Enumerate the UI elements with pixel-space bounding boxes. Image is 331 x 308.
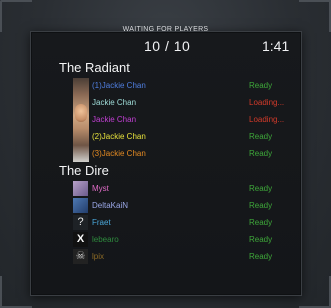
player-row: X lebearo Ready bbox=[72, 231, 292, 248]
team-title-dire: The Dire bbox=[59, 163, 109, 178]
player-name: (3)Jackie Chan bbox=[92, 149, 146, 158]
player-status: Ready bbox=[249, 132, 273, 141]
player-row: ☠ lpix Ready bbox=[72, 248, 292, 265]
player-status: Loading... bbox=[249, 98, 285, 107]
player-row: (3)Jackie Chan Ready bbox=[72, 145, 292, 162]
player-status: Loading... bbox=[249, 115, 285, 124]
player-name: Jackie Chan bbox=[92, 98, 137, 107]
player-status: Ready bbox=[249, 149, 273, 158]
player-name: (2)Jackie Chan bbox=[92, 132, 146, 141]
player-name: Jackie Chan bbox=[92, 115, 137, 124]
player-status: Ready bbox=[249, 252, 273, 261]
question-mark-avatar-icon: ? bbox=[73, 215, 88, 230]
waiting-screen: WAITING FOR PLAYERS 10 / 10 1:41 The Rad… bbox=[0, 0, 331, 308]
player-row: Jackie Chan Loading... bbox=[72, 94, 292, 111]
player-status: Ready bbox=[249, 235, 273, 244]
x-avatar-icon: X bbox=[73, 232, 88, 247]
countdown-timer: 1:41 bbox=[262, 38, 290, 54]
myst-avatar-icon bbox=[73, 181, 88, 196]
player-count: 10 / 10 bbox=[144, 38, 191, 54]
deltakain-avatar-icon bbox=[73, 198, 88, 213]
player-name: lebearo bbox=[92, 235, 119, 244]
player-status: Ready bbox=[249, 218, 273, 227]
player-row: Jackie Chan Loading... bbox=[72, 111, 292, 128]
player-row: DeltaKaiN Ready bbox=[72, 197, 292, 214]
player-row: (1)Jackie Chan Ready bbox=[72, 77, 292, 94]
player-row: Myst Ready bbox=[72, 180, 292, 197]
player-name: lpix bbox=[92, 252, 105, 261]
player-row: ? Fraet Ready bbox=[72, 214, 292, 231]
player-name: Fraet bbox=[92, 218, 111, 227]
player-row: (2)Jackie Chan Ready bbox=[72, 128, 292, 145]
player-name: DeltaKaiN bbox=[92, 201, 129, 210]
corner-ornament bbox=[0, 276, 32, 308]
player-name: Myst bbox=[92, 184, 109, 193]
waiting-title: WAITING FOR PLAYERS bbox=[122, 26, 209, 33]
player-status: Ready bbox=[249, 81, 273, 90]
team-title-radiant: The Radiant bbox=[59, 60, 130, 75]
player-status: Ready bbox=[249, 184, 273, 193]
skull-avatar-icon: ☠ bbox=[73, 249, 88, 264]
player-status: Ready bbox=[249, 201, 273, 210]
corner-ornament bbox=[299, 276, 331, 308]
player-name: (1)Jackie Chan bbox=[92, 81, 146, 90]
